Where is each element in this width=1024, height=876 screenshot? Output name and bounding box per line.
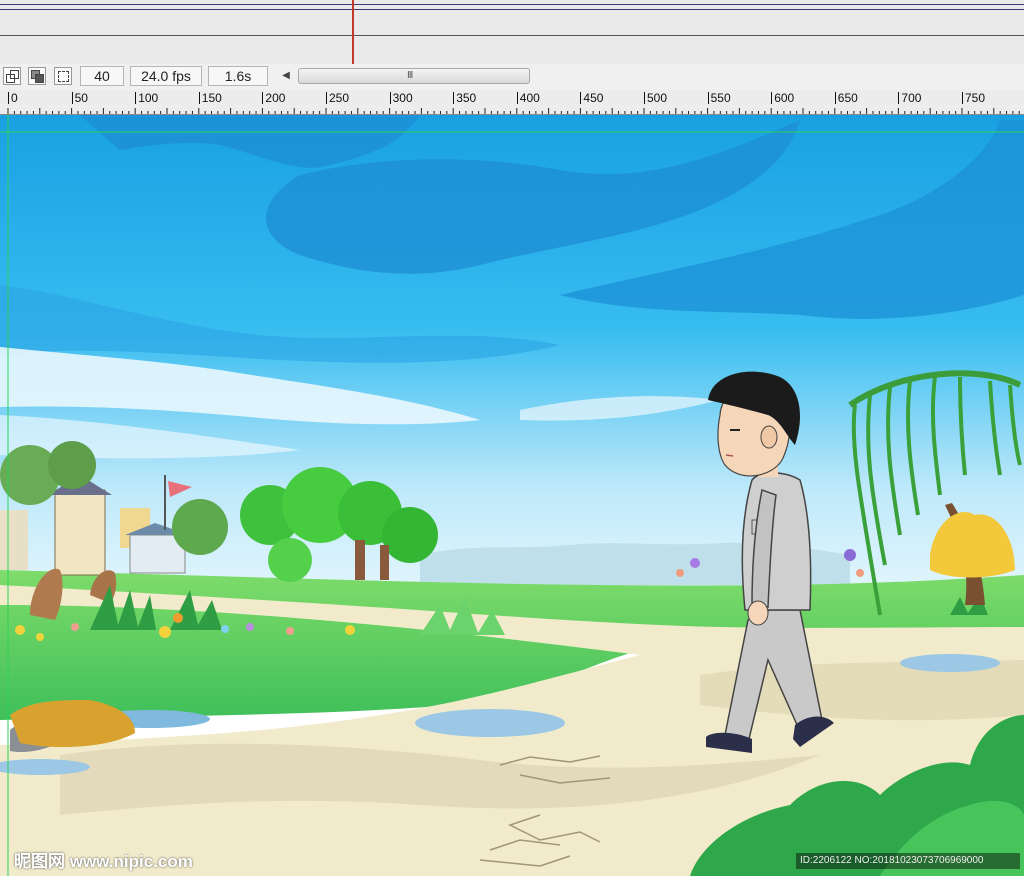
puddle xyxy=(900,654,1000,672)
ruler-label: 350 xyxy=(453,92,476,104)
ruler-label: 550 xyxy=(707,92,731,104)
scrollbar-grip: III xyxy=(407,70,413,81)
watermark-right: ID:2206122 NO:20181023073706969000 xyxy=(796,853,1020,869)
house xyxy=(54,489,106,576)
ruler-label: 600 xyxy=(771,92,794,104)
horizontal-ruler: 0 50 100 150 200 250 300 350 400 450 500 550 600 650 7… xyxy=(0,90,1024,115)
ruler-label: 100 xyxy=(135,92,158,104)
ruler-label: 750 xyxy=(962,92,985,104)
timeline-panel[interactable] xyxy=(0,0,1024,65)
ruler-label: 200 xyxy=(262,92,285,104)
onion-skin-outlines-icon[interactable] xyxy=(28,67,46,85)
onion-skin-icon[interactable] xyxy=(3,67,21,85)
ruler-label: 250 xyxy=(326,92,349,104)
ruler-label: 450 xyxy=(580,92,603,104)
edit-multiple-frames-icon[interactable] xyxy=(54,67,72,85)
scene-artwork xyxy=(0,115,1024,876)
elapsed-time-field: 1.6s xyxy=(208,66,268,86)
house xyxy=(0,510,28,570)
timeline-status-bar: 40 24.0 fps 1.6s ◀ III xyxy=(0,64,1024,91)
puddle xyxy=(415,709,565,737)
frame-rate-field[interactable]: 24.0 fps xyxy=(130,66,202,86)
ruler-label: 500 xyxy=(644,92,667,104)
timeline-horizontal-scrollbar[interactable]: III xyxy=(298,68,530,84)
stage-canvas[interactable]: 昵图网 www.nipic.com ID:2206122 NO:20181023… xyxy=(0,115,1024,876)
scroll-left-arrow-icon[interactable]: ◀ xyxy=(278,68,294,84)
ruler-label: 0 xyxy=(8,92,18,104)
watermark-left: 昵图网 www.nipic.com xyxy=(14,852,193,871)
ruler-label: 400 xyxy=(516,92,540,104)
ruler-label: 650 xyxy=(834,92,858,104)
current-frame-field[interactable]: 40 xyxy=(80,66,124,86)
ruler-label: 300 xyxy=(389,92,413,104)
ruler-label: 150 xyxy=(198,92,222,104)
playhead[interactable] xyxy=(352,0,354,64)
ruler-label: 700 xyxy=(898,92,921,104)
ruler-label: 50 xyxy=(71,92,88,104)
